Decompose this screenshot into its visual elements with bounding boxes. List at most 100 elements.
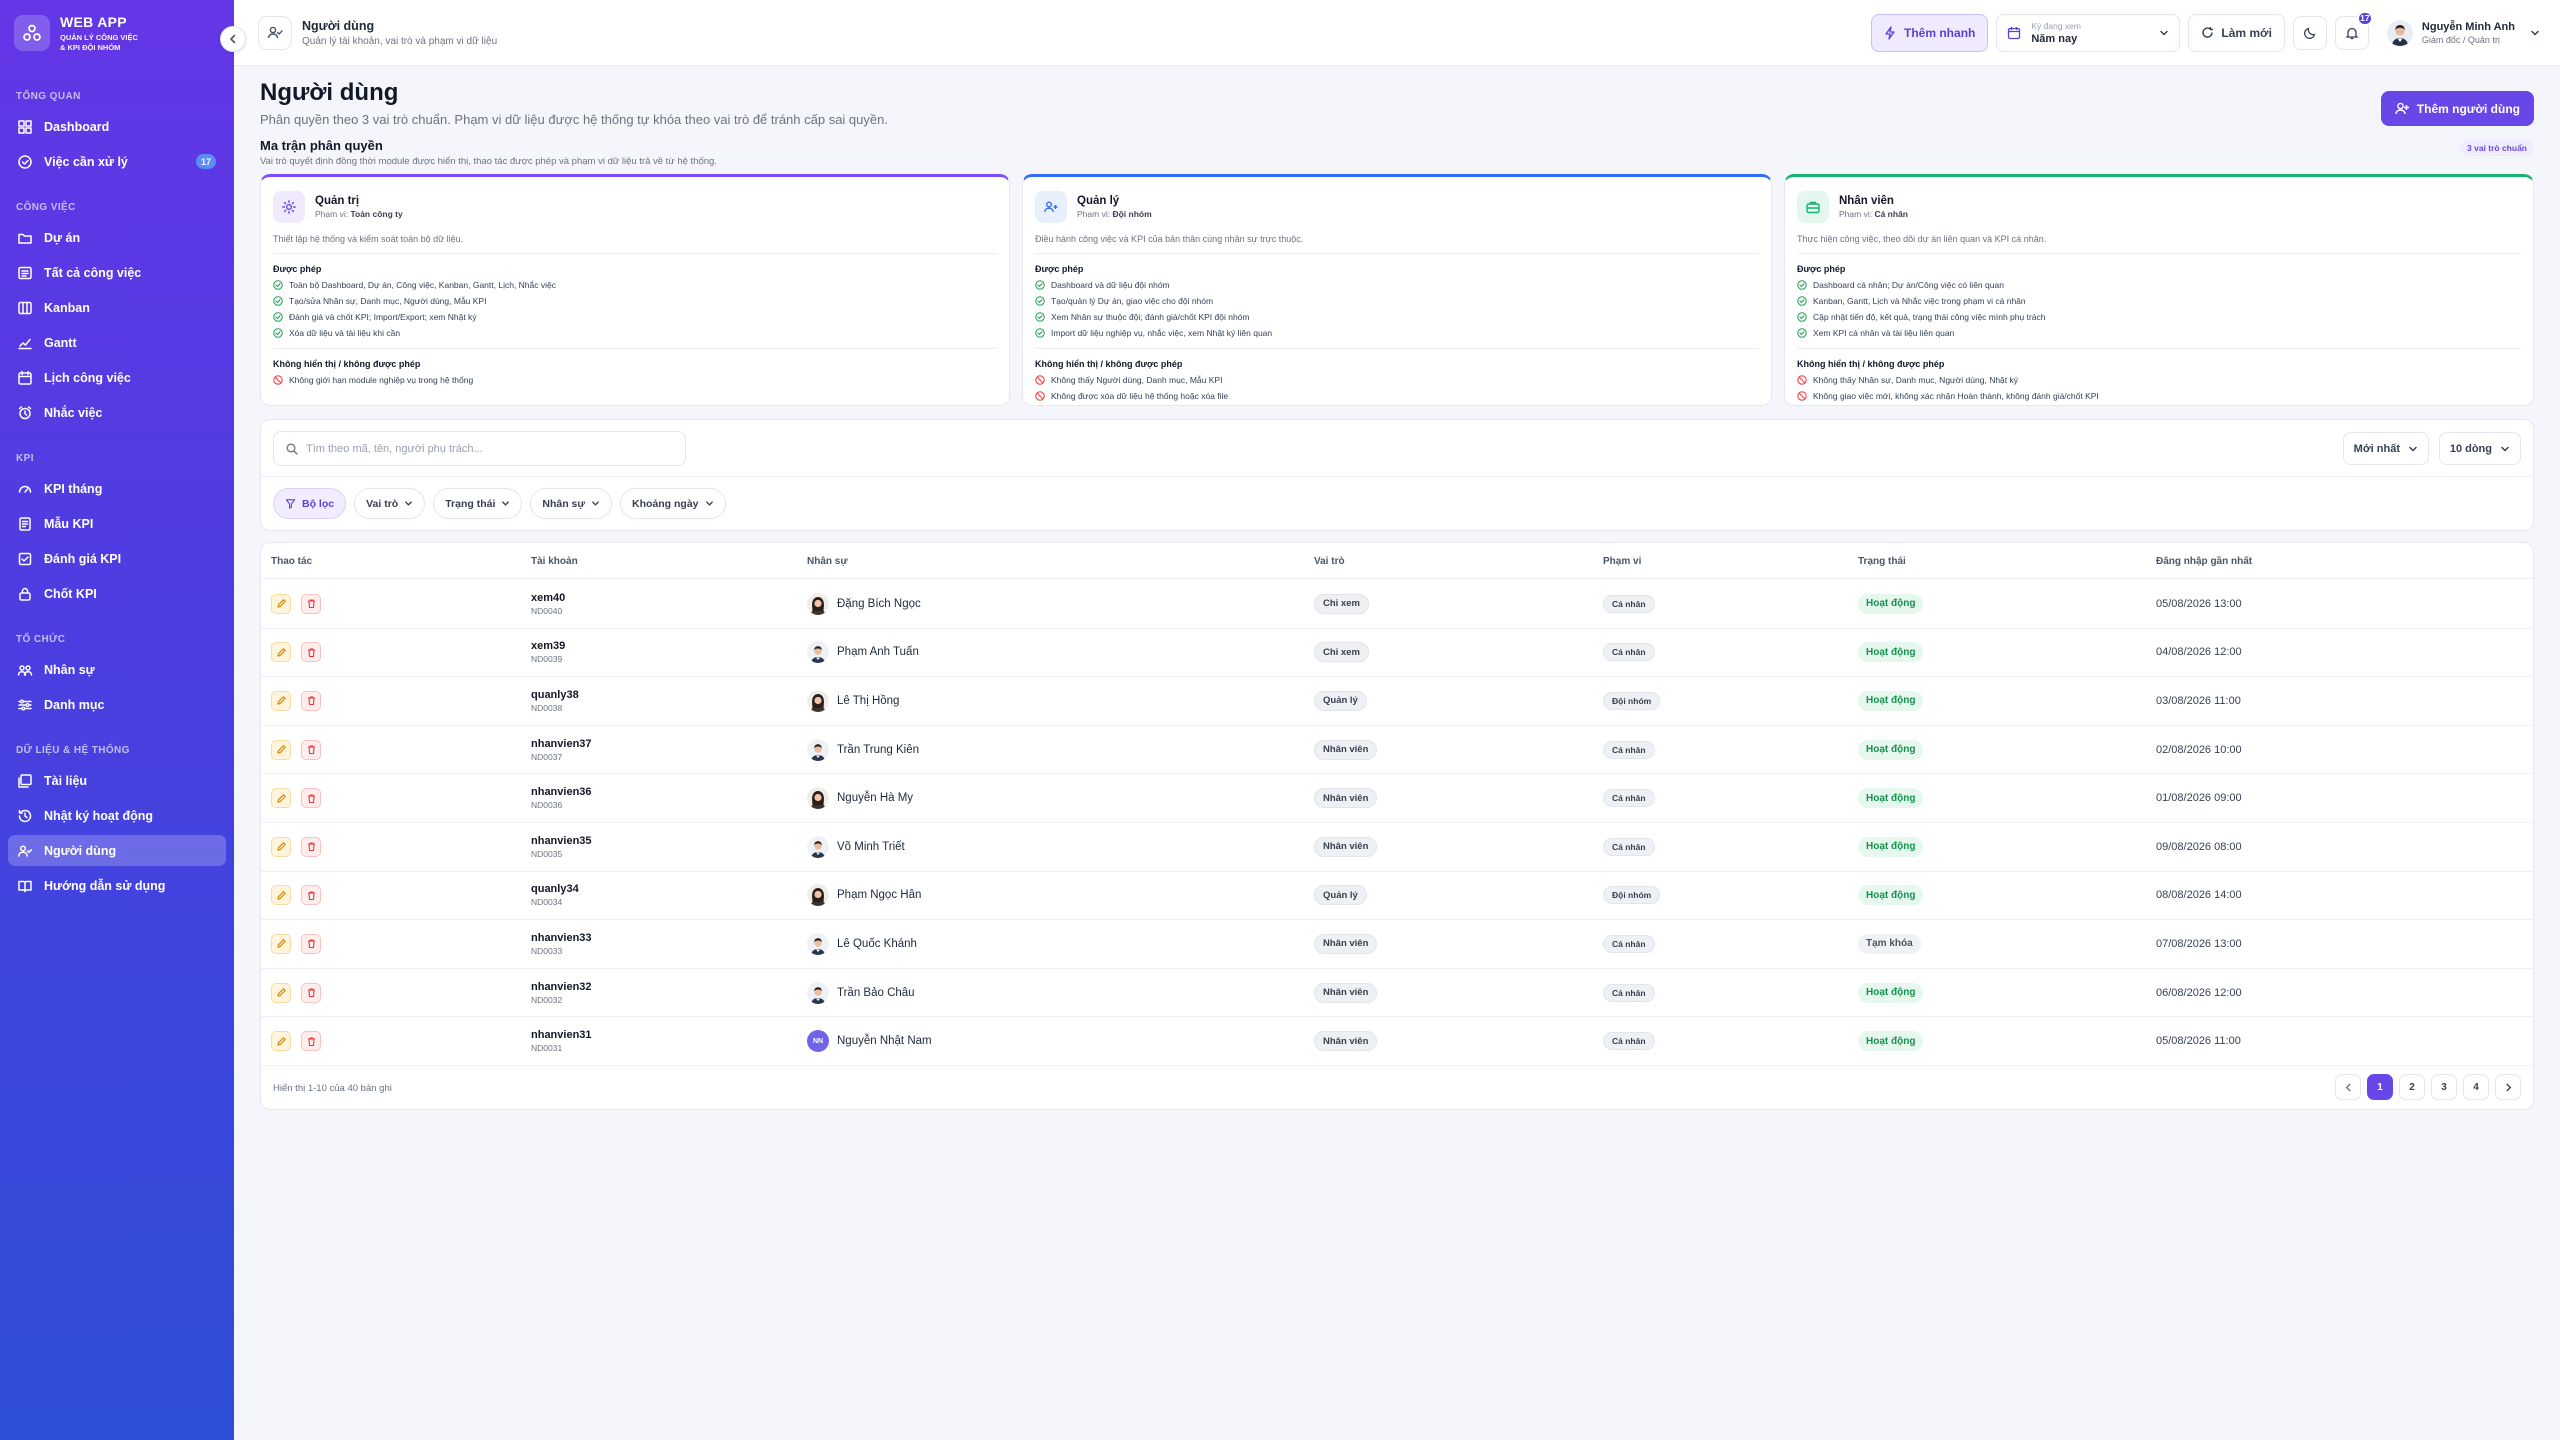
- delete-button[interactable]: [301, 788, 321, 809]
- check-circle-icon: [1797, 296, 1807, 306]
- sidebar-item-alarm[interactable]: Nhắc việc: [8, 397, 226, 428]
- edit-button[interactable]: [271, 836, 291, 857]
- delete-button[interactable]: [301, 982, 321, 1003]
- sidebar-item-book[interactable]: Hướng dẫn sử dụng: [8, 870, 226, 901]
- filter-chip[interactable]: Trạng thái: [433, 488, 523, 519]
- sidebar-item-template[interactable]: Mẫu KPI: [8, 508, 226, 539]
- delete-button[interactable]: [301, 642, 321, 663]
- last-login: 04/08/2026 12:00: [2156, 646, 2242, 659]
- table-row[interactable]: xem40 ND0040 Đặng Bích Ngọc Chỉ xem Cá nhân H…: [261, 580, 2533, 629]
- quick-add-button[interactable]: Thêm nhanh: [1871, 13, 1989, 52]
- sidebar-item-people[interactable]: Nhân sự: [8, 654, 226, 685]
- sidebar-item-dashboard[interactable]: Dashboard: [8, 111, 226, 142]
- table-row[interactable]: quanly34 ND0034 Phạm Ngọc Hân Quản lý Đội nh…: [261, 872, 2533, 921]
- table-row[interactable]: nhanvien32 ND0032 Trần Bảo Châu Nhân viên Cá…: [261, 969, 2533, 1018]
- table-row[interactable]: nhanvien35 ND0035 Võ Minh Triết Nhân viên Cá…: [261, 823, 2533, 872]
- account-username[interactable]: nhanvien32: [531, 981, 592, 993]
- column-header[interactable]: Nhân sự: [807, 556, 848, 567]
- prev-page-button[interactable]: [2335, 1074, 2361, 1100]
- edit-button[interactable]: [271, 593, 291, 614]
- table-row[interactable]: nhanvien31 ND0031 NN Nguyễn Nhật Nam Nhân vi…: [261, 1017, 2533, 1066]
- person-name: Trần Trung Kiên: [837, 743, 920, 756]
- table-row[interactable]: xem39 ND0039 Phạm Anh Tuấn Chỉ xem Cá nhân Ho…: [261, 629, 2533, 678]
- sidebar-item-gauge[interactable]: KPI tháng: [8, 473, 226, 504]
- delete-button[interactable]: [301, 933, 321, 954]
- account-username[interactable]: xem39: [531, 640, 565, 652]
- sidebar-item-history[interactable]: Nhật ký hoạt động: [8, 800, 226, 831]
- table-row[interactable]: nhanvien33 ND0033 Lê Quốc Khánh Nhân viên Cá…: [261, 920, 2533, 969]
- filter-chip[interactable]: Vai trò: [354, 488, 426, 519]
- delete-button[interactable]: [301, 836, 321, 857]
- edit-button[interactable]: [271, 690, 291, 711]
- page-button[interactable]: 1: [2367, 1074, 2393, 1100]
- denied-label: Không hiển thị / không được phép: [273, 359, 421, 369]
- sidebar-item-sliders[interactable]: Danh mục: [8, 689, 226, 720]
- sidebar-item-gantt[interactable]: Gantt: [8, 327, 226, 358]
- edit-button[interactable]: [271, 933, 291, 954]
- table-row[interactable]: quanly38 ND0038 Lê Thị Hồng Quản lý Đội nhóm…: [261, 677, 2533, 726]
- account-cell: xem39 ND0039: [531, 640, 565, 664]
- column-header[interactable]: Đăng nhập gần nhất: [2156, 556, 2252, 567]
- account-username[interactable]: quanly34: [531, 883, 579, 895]
- delete-button[interactable]: [301, 690, 321, 711]
- settings-icon: [273, 191, 305, 223]
- account-username[interactable]: nhanvien36: [531, 786, 592, 798]
- denied-label: Không hiển thị / không được phép: [1797, 359, 1945, 369]
- table-row[interactable]: nhanvien37 ND0037 Trần Trung Kiên Nhân viên…: [261, 726, 2533, 775]
- delete-button[interactable]: [301, 885, 321, 906]
- brand[interactable]: WEB APP QUẢN LÝ CÔNG VIỆC & KPI ĐỘI NHÓM: [0, 0, 234, 66]
- sidebar-item-calendar[interactable]: Lịch công việc: [8, 362, 226, 393]
- column-header[interactable]: Thao tác: [271, 556, 312, 567]
- account-username[interactable]: quanly38: [531, 689, 579, 701]
- page-button[interactable]: 3: [2431, 1074, 2457, 1100]
- account-username[interactable]: xem40: [531, 592, 565, 604]
- account-username[interactable]: nhanvien35: [531, 835, 592, 847]
- edit-button[interactable]: [271, 642, 291, 663]
- column-header[interactable]: Phạm vi: [1603, 556, 1641, 567]
- refresh-button[interactable]: Làm mới: [2188, 13, 2285, 52]
- avatar: NN: [807, 1030, 829, 1053]
- table-row[interactable]: nhanvien36 ND0036 Nguyễn Hà My Nhân viên Cá …: [261, 774, 2533, 823]
- delete-button[interactable]: [301, 739, 321, 760]
- sidebar-item-users[interactable]: Người dùng: [8, 835, 226, 866]
- add-user-button[interactable]: Thêm người dùng: [2380, 91, 2534, 126]
- delete-button[interactable]: [301, 1031, 321, 1052]
- lightning-icon: [1885, 25, 1895, 40]
- filter-button[interactable]: Bộ lọc: [273, 488, 347, 519]
- delete-button[interactable]: [301, 593, 321, 614]
- sidebar-item-task-check[interactable]: Việc cần xử lý 17: [8, 146, 226, 177]
- edit-button[interactable]: [271, 1031, 291, 1052]
- theme-toggle-button[interactable]: [2292, 15, 2327, 50]
- edit-button[interactable]: [271, 885, 291, 906]
- account-username[interactable]: nhanvien37: [531, 738, 592, 750]
- edit-button[interactable]: [271, 739, 291, 760]
- sidebar-item-list[interactable]: Tất cả công việc: [8, 257, 226, 288]
- page-button[interactable]: 2: [2399, 1074, 2425, 1100]
- column-header[interactable]: Vai trò: [1314, 556, 1345, 567]
- sidebar-item-kanban[interactable]: Kanban: [8, 292, 226, 323]
- row-actions: [271, 1031, 321, 1052]
- sidebar-item-documents[interactable]: Tài liệu: [8, 765, 226, 796]
- account-username[interactable]: nhanvien31: [531, 1029, 592, 1041]
- filter-chip[interactable]: Khoảng ngày: [620, 488, 726, 519]
- period-select[interactable]: Kỳ đang xem Năm nay: [1996, 13, 2181, 52]
- sidebar-item-folder[interactable]: Dự án: [8, 222, 226, 253]
- sidebar-item-evaluate[interactable]: Đánh giá KPI: [8, 543, 226, 574]
- page-size-select[interactable]: 10 dòng: [2438, 432, 2521, 465]
- row-actions: [271, 982, 321, 1003]
- next-page-button[interactable]: [2495, 1074, 2521, 1100]
- filter-chip[interactable]: Nhân sự: [530, 488, 613, 519]
- page-button[interactable]: 4: [2463, 1074, 2489, 1100]
- collapse-sidebar-button[interactable]: [220, 26, 246, 52]
- search-input[interactable]: Tìm theo mã, tên, người phụ trách...: [273, 431, 686, 466]
- trash-icon: [307, 599, 315, 609]
- user-menu[interactable]: Nguyễn Minh Anh Giám đốc / Quản trị: [2386, 19, 2540, 46]
- sidebar-item-lock[interactable]: Chốt KPI: [8, 578, 226, 609]
- sort-select[interactable]: Mới nhất: [2342, 432, 2429, 465]
- column-header[interactable]: Tài khoản: [531, 556, 578, 567]
- column-header[interactable]: Trạng thái: [1858, 556, 1906, 567]
- edit-button[interactable]: [271, 788, 291, 809]
- notifications-button[interactable]: 17: [2334, 10, 2373, 50]
- edit-button[interactable]: [271, 982, 291, 1003]
- account-username[interactable]: nhanvien33: [531, 932, 592, 944]
